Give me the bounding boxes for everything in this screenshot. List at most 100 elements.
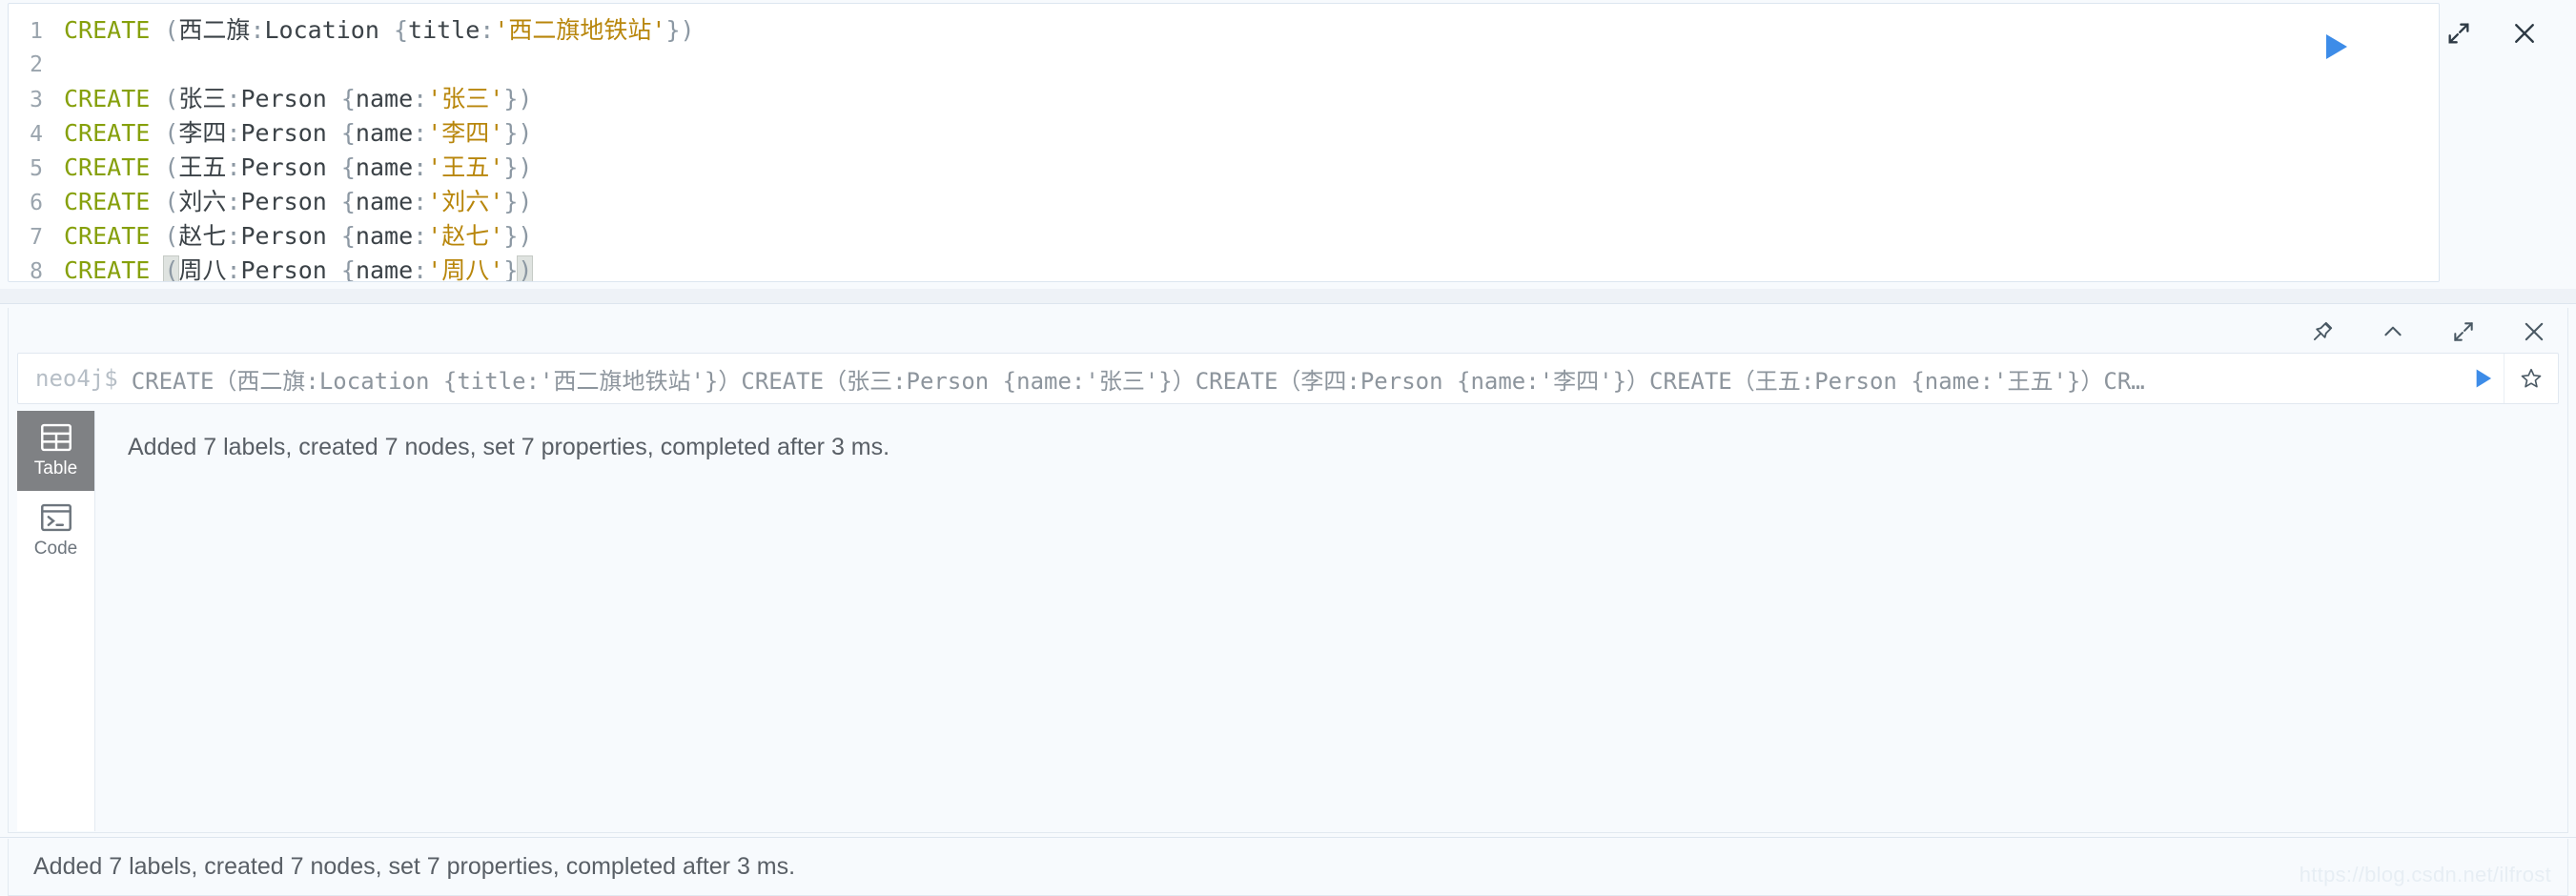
editor-panel: 1 CREATE (西二旗:Location {title:'西二旗地铁站'}) 2… xyxy=(0,0,2576,289)
editor-close-button[interactable] xyxy=(2508,17,2540,50)
code-token: ( xyxy=(163,255,180,282)
line-number: 5 xyxy=(30,156,43,181)
pin-frame-button[interactable] xyxy=(2306,316,2339,348)
code-token: ( xyxy=(150,188,179,215)
code-token: Person xyxy=(240,153,327,181)
code-token: name xyxy=(355,188,414,215)
watermark: https://blog.csdn.net/ilfrost xyxy=(2299,863,2551,886)
code-token: : xyxy=(413,222,428,250)
expand-frame-button[interactable] xyxy=(2447,316,2480,348)
code-area[interactable]: 1 CREATE (西二旗:Location {title:'西二旗地铁站'}) 2… xyxy=(9,4,2439,282)
code-token: CREATE xyxy=(64,153,151,181)
code-token: '赵七' xyxy=(427,222,504,250)
code-line: 3 CREATE (张三:Person {name:'张三'}) xyxy=(9,82,2439,116)
code-token: ( xyxy=(150,85,179,112)
line-number: 6 xyxy=(30,191,43,215)
cypher-editor[interactable]: 1 CREATE (西二旗:Location {title:'西二旗地铁站'}) 2… xyxy=(8,3,2440,282)
editor-controls xyxy=(2443,0,2576,67)
code-line: 5 CREATE (王五:Person {name:'王五'}) xyxy=(9,151,2439,185)
collapse-frame-button[interactable] xyxy=(2377,316,2409,348)
code-token: CREATE xyxy=(64,188,151,215)
result-frame-titlebar xyxy=(9,308,2567,350)
view-tab-label: Code xyxy=(33,538,78,559)
terminal-icon xyxy=(40,503,72,532)
code-line-text: CREATE (西二旗:Location {title:'西二旗地铁站'}) xyxy=(64,13,695,48)
view-tab-label: Table xyxy=(33,458,78,479)
star-icon xyxy=(2521,368,2542,388)
code-token: 李四 xyxy=(178,119,227,147)
code-token: CREATE xyxy=(64,85,151,112)
code-token: { xyxy=(326,85,356,112)
code-token: Person xyxy=(240,256,327,282)
code-token: 张三 xyxy=(178,85,227,112)
code-token: }) xyxy=(503,153,533,181)
code-token: : xyxy=(226,188,241,215)
line-number: 4 xyxy=(30,122,43,147)
query-text: CREATE（西二旗:Location {title:'西二旗地铁站'}）CRE… xyxy=(131,367,2145,395)
close-icon xyxy=(2525,322,2544,341)
result-view-sidebar: Table Code xyxy=(17,411,95,831)
code-token: { xyxy=(326,119,356,147)
code-token: ( xyxy=(150,222,179,250)
code-token: CREATE xyxy=(64,256,151,282)
code-token: '西二旗地铁站' xyxy=(494,16,666,44)
code-token: ) xyxy=(517,255,534,282)
code-token: : xyxy=(413,256,428,282)
code-token: Person xyxy=(240,119,327,147)
code-token: ( xyxy=(150,119,179,147)
code-token: : xyxy=(226,256,241,282)
run-query-button[interactable] xyxy=(2315,25,2359,69)
code-token: : xyxy=(226,119,241,147)
code-token: Person xyxy=(240,85,327,112)
line-number: 7 xyxy=(30,225,43,250)
code-line: 8 CREATE (周八:Person {name:'周八'}) xyxy=(9,254,2439,282)
code-token: title xyxy=(408,16,480,44)
code-token: 赵七 xyxy=(178,222,227,250)
code-token: { xyxy=(326,222,356,250)
code-line: 7 CREATE (赵七:Person {name:'赵七'}) xyxy=(9,219,2439,254)
code-token: '李四' xyxy=(427,119,504,147)
code-token: '王五' xyxy=(427,153,504,181)
query-bar[interactable]: neo4j$ CREATE（西二旗:Location {title:'西二旗地铁… xyxy=(17,353,2559,404)
line-number: 8 xyxy=(30,259,43,282)
close-frame-button[interactable] xyxy=(2518,316,2550,348)
code-line-text: CREATE (赵七:Person {name:'赵七'}) xyxy=(64,219,532,254)
editor-expand-button[interactable] xyxy=(2443,17,2474,50)
code-line: 4 CREATE (李四:Person {name:'李四'}) xyxy=(9,116,2439,151)
code-token: ( xyxy=(150,153,179,181)
result-frame-inner: neo4j$ CREATE（西二旗:Location {title:'西二旗地铁… xyxy=(8,308,2568,833)
code-line-text: CREATE (李四:Person {name:'李四'}) xyxy=(64,116,532,151)
code-token: Location xyxy=(264,16,379,44)
code-token: }) xyxy=(503,188,533,215)
code-token: '刘六' xyxy=(427,188,504,215)
code-token: 刘六 xyxy=(178,188,227,215)
code-token: CREATE xyxy=(64,16,151,44)
chevron-up-icon xyxy=(2384,326,2402,336)
code-token: name xyxy=(355,85,414,112)
line-number: 1 xyxy=(30,19,43,44)
code-token: : xyxy=(226,85,241,112)
table-icon xyxy=(40,423,72,452)
view-tab-table[interactable]: Table xyxy=(17,411,94,491)
code-token: Person xyxy=(240,222,327,250)
rerun-query-button[interactable] xyxy=(2464,367,2504,390)
code-token: }) xyxy=(503,222,533,250)
code-token: { xyxy=(326,153,356,181)
code-token: { xyxy=(326,256,356,282)
line-number: 3 xyxy=(30,88,43,112)
code-line-text: CREATE (周八:Person {name:'周八'}) xyxy=(64,254,534,282)
code-token: }) xyxy=(503,119,533,147)
code-token: : xyxy=(226,153,241,181)
view-tab-code[interactable]: Code xyxy=(17,491,94,571)
code-token: 西二旗 xyxy=(178,16,251,44)
favorite-query-button[interactable] xyxy=(2504,366,2558,391)
status-bar-inner: Added 7 labels, created 7 nodes, set 7 p… xyxy=(8,838,2568,896)
code-line: 6 CREATE (刘六:Person {name:'刘六'}) xyxy=(9,185,2439,219)
code-token: 周八 xyxy=(178,256,227,282)
code-token: : xyxy=(413,119,428,147)
code-token: : xyxy=(226,222,241,250)
expand-icon xyxy=(2454,322,2473,341)
code-token: }) xyxy=(503,85,533,112)
query-prompt: neo4j$ xyxy=(35,365,118,392)
